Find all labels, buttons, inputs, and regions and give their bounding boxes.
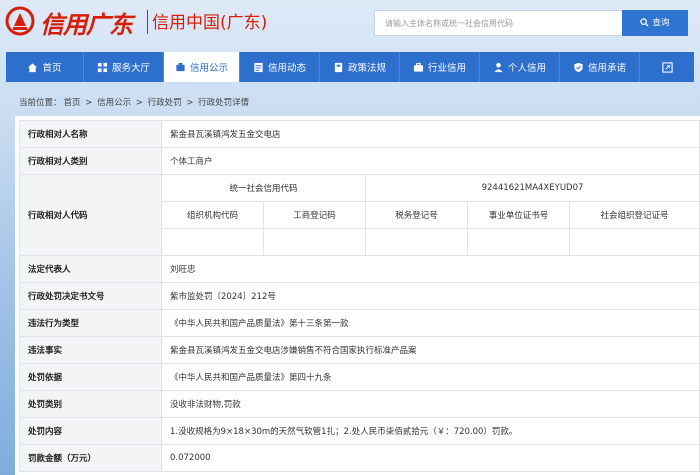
- search-input[interactable]: 请输入主体名称或统一社会信用代码: [374, 10, 622, 36]
- nav-label: 信用公示: [189, 63, 228, 74]
- violation-type-value: 《中华人民共和国产品质量法》第十三条第一款: [160, 309, 700, 337]
- detail-panel: 行政相对人名称 紫金县瓦溪镇鸿发五金交电店 行政相对人类别 个体工商户 行政相对…: [15, 116, 700, 475]
- uscc-label: 统一社会信用代码: [161, 174, 366, 202]
- org-code-value: [161, 228, 264, 256]
- site-header: 信用广东 信用中国(广东) 请输入主体名称或统一社会信用代码 查询: [0, 0, 700, 48]
- grid-icon: [97, 62, 108, 72]
- penalty-category-label: 处罚类别: [19, 390, 162, 418]
- book-icon: [334, 62, 343, 72]
- breadcrumb-separator: >: [135, 98, 143, 108]
- main-nav: 首页 服务大厅 信用公示 信用动态 政策法规 行业信用 个人信用 信用承诺: [6, 52, 694, 82]
- code-label: 行政相对人代码: [19, 174, 162, 256]
- logo-emblem-icon[interactable]: [5, 6, 35, 36]
- decision-doc-value: 紫市监处罚〔2024〕212号: [160, 282, 700, 310]
- briefcase-icon: [413, 62, 424, 72]
- table-row: 行政相对人代码 统一社会信用代码 92441621MA4XEYUD07: [19, 174, 700, 256]
- tax-reg-label: 税务登记号: [365, 201, 468, 229]
- violation-facts-label: 违法事实: [19, 336, 162, 364]
- breadcrumb-link-credit-publicity[interactable]: 信用公示: [97, 98, 131, 108]
- logo-divider: [147, 10, 148, 34]
- nav-item-policies[interactable]: 政策法规: [320, 52, 400, 82]
- nav-label: 首页: [42, 63, 62, 74]
- table-row: 行政处罚决定书文号 紫市监处罚〔2024〕212号: [19, 282, 700, 310]
- nav-item-credit-publicity[interactable]: 信用公示: [164, 52, 240, 82]
- shield-check-icon: [574, 62, 583, 72]
- table-row: 行政相对人类别 个体工商户: [19, 147, 700, 175]
- table-row: 罚款金额（万元） 0.072000: [19, 444, 700, 472]
- table-row: 处罚依据 《中华人民共和国产品质量法》第四十九条: [19, 363, 700, 391]
- penalty-content-value: 1.没收规格为9×18×30m的天然气软管1扎；2.处人民币柒佰贰拾元（￥：72…: [160, 417, 700, 445]
- breadcrumb-link-penalty[interactable]: 行政处罚: [148, 98, 182, 108]
- nav-label: 行业信用: [427, 63, 466, 74]
- breadcrumb-prefix: 当前位置：: [19, 98, 62, 108]
- social-org-value: [568, 228, 700, 256]
- nav-label: 个人信用: [507, 63, 546, 74]
- uscc-value: 92441621MA4XEYUD07: [364, 174, 700, 202]
- org-code-label: 组织机构代码: [161, 201, 264, 229]
- violation-type-label: 违法行为类型: [19, 309, 162, 337]
- nav-label: 信用动态: [267, 63, 306, 74]
- table-row: 处罚内容 1.没收规格为9×18×30m的天然气软管1扎；2.处人民币柒佰贰拾元…: [19, 417, 700, 445]
- penalty-basis-label: 处罚依据: [19, 363, 162, 391]
- legal-rep-value: 刘旺忠: [160, 255, 700, 283]
- nav-item-personal-credit[interactable]: 个人信用: [480, 52, 560, 82]
- penalty-detail-table: 行政相对人名称 紫金县瓦溪镇鸿发五金交电店 行政相对人类别 个体工商户 行政相对…: [19, 120, 700, 472]
- tax-reg-value: [365, 228, 468, 256]
- decision-doc-label: 行政处罚决定书文号: [19, 282, 162, 310]
- breadcrumb-separator: >: [186, 98, 194, 108]
- breadcrumb-link-home[interactable]: 首页: [64, 98, 81, 108]
- fine-amount-label: 罚款金额（万元）: [19, 444, 162, 472]
- logo-script-text[interactable]: 信用广东: [40, 5, 133, 40]
- nav-item-industry-credit[interactable]: 行业信用: [400, 52, 480, 82]
- institution-cert-value: [467, 228, 570, 256]
- penalty-basis-value: 《中华人民共和国产品质量法》第四十九条: [160, 363, 700, 391]
- fine-amount-value: 0.072000: [160, 444, 700, 472]
- nav-label: 服务大厅: [111, 63, 150, 74]
- home-icon: [28, 62, 38, 72]
- legal-rep-label: 法定代表人: [19, 255, 162, 283]
- breadcrumb-separator: >: [85, 98, 93, 108]
- table-row: 处罚类别 没收非法财物,罚款: [19, 390, 700, 418]
- nav-item-credit-news[interactable]: 信用动态: [240, 52, 320, 82]
- person-icon: [494, 62, 503, 72]
- search-button[interactable]: 查询: [622, 10, 688, 36]
- name-value: 紫金县瓦溪镇鸿发五金交电店: [160, 120, 700, 148]
- announce-icon: [176, 62, 185, 71]
- name-label: 行政相对人名称: [19, 120, 162, 148]
- institution-cert-label: 事业单位证书号: [467, 201, 570, 229]
- news-icon: [254, 62, 263, 72]
- search-button-label: 查询: [652, 18, 670, 28]
- nav-expand-button[interactable]: [640, 52, 694, 82]
- nav-item-home[interactable]: 首页: [6, 52, 84, 82]
- business-reg-label: 工商登记码: [263, 201, 366, 229]
- violation-facts-value: 紫金县瓦溪镇鸿发五金交电店涉嫌销售不符合国家执行标准产品案: [160, 336, 700, 364]
- search-icon: [640, 18, 650, 27]
- table-row: 法定代表人 刘旺忠: [19, 255, 700, 283]
- site-title[interactable]: 信用中国(广东): [152, 8, 267, 33]
- nav-item-service-hall[interactable]: 服务大厅: [84, 52, 164, 82]
- breadcrumb-current: 行政处罚详情: [198, 98, 250, 108]
- table-row: 违法事实 紫金县瓦溪镇鸿发五金交电店涉嫌销售不符合国家执行标准产品案: [19, 336, 700, 364]
- breadcrumb: 当前位置： 首页 > 信用公示 > 行政处罚 > 行政处罚详情: [18, 96, 250, 108]
- nav-label: 政策法规: [347, 63, 386, 74]
- penalty-content-label: 处罚内容: [19, 417, 162, 445]
- penalty-category-value: 没收非法财物,罚款: [160, 390, 700, 418]
- type-value: 个体工商户: [160, 147, 700, 175]
- table-row: 违法行为类型 《中华人民共和国产品质量法》第十三条第一款: [19, 309, 700, 337]
- expand-icon: [661, 61, 673, 73]
- type-label: 行政相对人类别: [19, 147, 162, 175]
- nav-item-credit-commitment[interactable]: 信用承诺: [560, 52, 640, 82]
- business-reg-value: [263, 228, 366, 256]
- social-org-label: 社会组织登记证号: [568, 201, 700, 229]
- table-row: 行政相对人名称 紫金县瓦溪镇鸿发五金交电店: [19, 120, 700, 148]
- nav-label: 信用承诺: [587, 63, 626, 74]
